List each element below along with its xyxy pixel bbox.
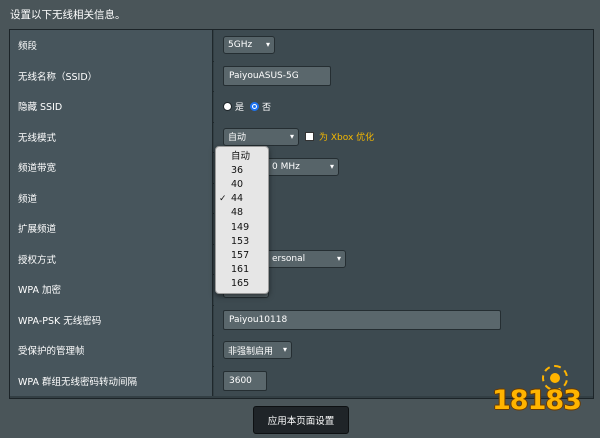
xbox-optimize-checkbox[interactable] (305, 132, 314, 142)
hide-ssid-label: 隐藏 SSID (10, 91, 213, 122)
channel-option[interactable]: ✓ 44 (216, 192, 268, 207)
hide-ssid-yes-label: 是 (235, 102, 245, 113)
wireless-mode-select[interactable]: 自动 ▾ (223, 127, 299, 146)
chevron-down-icon: ▾ (336, 253, 341, 263)
extension-channel-label: 扩展频道 (10, 213, 213, 244)
chevron-down-icon: ▾ (289, 131, 294, 141)
channel-option[interactable]: 165 (216, 277, 268, 292)
chevron-down-icon: ▾ (282, 345, 287, 355)
row-auth-method: 授权方式 ersonal ▾ (10, 243, 593, 275)
wpa-psk-label: WPA-PSK 无线密码 (10, 304, 213, 335)
row-hide-ssid: 隐藏 SSID 是 否 (10, 91, 593, 123)
band-label: 频段 (10, 30, 213, 61)
channel-bandwidth-label: 频道带宽 (10, 152, 213, 183)
channel-bandwidth-value: 0 MHz (272, 162, 300, 173)
wpa-psk-input[interactable]: Paiyou10118 (223, 309, 501, 330)
row-extension-channel: 扩展频道 (10, 213, 593, 245)
auth-method-value: ersonal (272, 253, 306, 264)
hide-ssid-no-label: 否 (262, 102, 272, 113)
hide-ssid-no-radio[interactable] (250, 101, 260, 111)
apply-settings-button[interactable]: 应用本页面设置 (253, 406, 349, 434)
chevron-down-icon: ▾ (265, 40, 270, 50)
row-pmf: 受保护的管理帧 非强制启用 ▾ (10, 335, 593, 367)
channel-label: 频道 (10, 182, 213, 213)
wireless-mode-label: 无线模式 (10, 121, 213, 152)
channel-option[interactable]: 153 (216, 235, 268, 250)
xbox-optimize-label: 为 Xbox 优化 (319, 133, 375, 144)
channel-option[interactable]: 149 (216, 221, 268, 236)
row-wpa-psk: WPA-PSK 无线密码 Paiyou10118 (10, 304, 593, 336)
row-ssid: 无线名称（SSID） PaiyouASUS-5G (10, 60, 593, 92)
band-select[interactable]: 5GHz ▾ (223, 36, 275, 55)
channel-option[interactable]: 40 (216, 178, 268, 193)
channel-option[interactable]: 161 (216, 263, 268, 278)
channel-option[interactable]: 自动 (216, 150, 268, 165)
ssid-input[interactable]: PaiyouASUS-5G (223, 65, 331, 86)
checkmark-icon: ✓ (219, 194, 227, 205)
row-channel: 频道 (10, 182, 593, 214)
row-wpa-encryption: WPA 加密 (10, 274, 593, 306)
pmf-label: 受保护的管理帧 (10, 335, 213, 366)
channel-option[interactable]: 157 (216, 249, 268, 264)
channel-dropdown-list[interactable]: 自动 36 40 ✓ 44 48 149 153 157 161 165 (215, 146, 269, 294)
rekey-interval-input[interactable]: 3600 (223, 370, 267, 391)
pmf-select[interactable]: 非强制启用 ▾ (223, 341, 292, 360)
wireless-mode-value: 自动 (228, 133, 247, 144)
chevron-down-icon: ▾ (329, 162, 334, 172)
ssid-label: 无线名称（SSID） (10, 60, 213, 91)
watermark-text: 18183 (492, 385, 582, 416)
wireless-settings-table: 频段 5GHz ▾ 无线名称（SSID） PaiyouASUS-5G 隐藏 SS… (9, 29, 594, 399)
row-band: 频段 5GHz ▾ (10, 30, 593, 62)
pmf-value: 非强制启用 (228, 346, 274, 357)
auth-method-label: 授权方式 (10, 243, 213, 274)
intro-text: 设置以下无线相关信息。 (10, 9, 126, 21)
wpa-encryption-label: WPA 加密 (10, 274, 213, 305)
band-value: 5GHz (228, 40, 253, 51)
watermark-logo: 18183 (492, 363, 590, 425)
channel-option-label: 44 (231, 193, 244, 205)
channel-option[interactable]: 48 (216, 206, 268, 221)
rekey-interval-label: WPA 群组无线密码转动间隔 (10, 365, 213, 396)
row-channel-bandwidth: 频道带宽 0 MHz ▾ (10, 152, 593, 184)
hide-ssid-yes-radio[interactable] (223, 101, 232, 111)
channel-option[interactable]: 36 (216, 164, 268, 179)
row-wireless-mode: 无线模式 自动 ▾ 为 Xbox 优化 (10, 121, 593, 153)
